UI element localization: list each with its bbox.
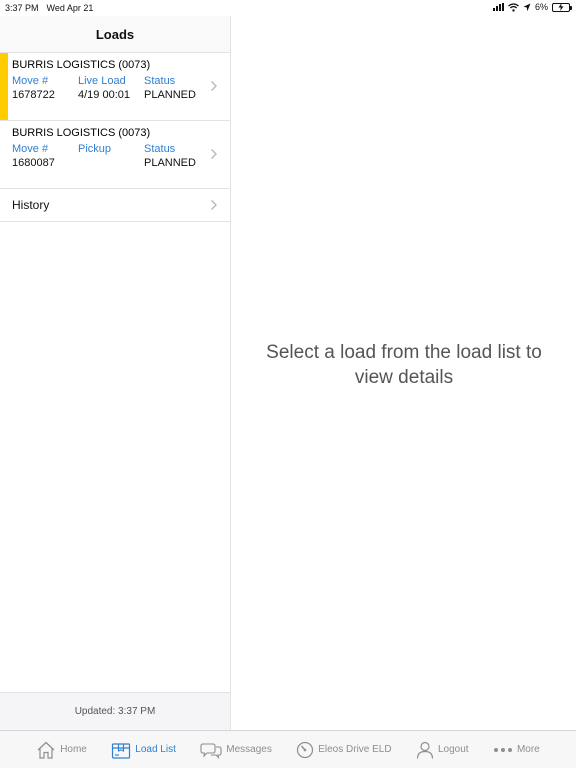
chevron-right-icon xyxy=(210,199,218,211)
load-company: BURRIS LOGISTICS (0073) xyxy=(12,127,151,139)
selected-indicator xyxy=(0,53,8,120)
detail-pane: Select a load from the load list to view… xyxy=(232,0,576,730)
tab-more[interactable]: More xyxy=(493,741,540,759)
tab-eleos-drive-eld[interactable]: Eleos Drive ELD xyxy=(296,741,392,759)
page-title: Loads xyxy=(0,16,230,53)
empty-detail-message: Select a load from the load list to view… xyxy=(266,342,542,388)
tab-logout[interactable]: Logout xyxy=(416,741,469,759)
status-value: PLANNED xyxy=(144,89,196,101)
load-list-pane: Loads BURRIS LOGISTICS (0073) Move # 167… xyxy=(0,16,231,730)
box-icon xyxy=(112,742,131,759)
tab-messages[interactable]: Messages xyxy=(200,741,272,759)
chevron-right-icon xyxy=(210,148,218,160)
gauge-icon xyxy=(297,741,314,758)
status-time: 3:37 PM xyxy=(5,3,39,13)
tab-label: Messages xyxy=(226,744,272,755)
status-date: Wed Apr 21 xyxy=(46,3,94,13)
tab-label: Eleos Drive ELD xyxy=(318,744,392,755)
status-label: Status xyxy=(144,75,176,87)
tab-label: Load List xyxy=(135,744,176,755)
stop-time-value xyxy=(78,157,144,171)
updated-timestamp: Updated: 3:37 PM xyxy=(0,692,230,730)
tab-label: Home xyxy=(60,744,87,755)
move-number-value: 1680087 xyxy=(12,157,55,169)
load-row-1680087[interactable]: BURRIS LOGISTICS (0073) Move # 1680087 P… xyxy=(0,121,230,189)
tab-bar: Home Load List Messages Eleos Drive ELD … xyxy=(0,730,576,768)
history-row[interactable]: History xyxy=(0,189,230,222)
move-number-value: 1678722 xyxy=(12,89,55,101)
tab-load-list[interactable]: Load List xyxy=(111,741,176,759)
load-company: BURRIS LOGISTICS (0073) xyxy=(12,59,151,71)
move-number-label: Move # xyxy=(12,75,49,87)
status-value: PLANNED xyxy=(144,157,196,169)
stop-time-value: 4/19 00:01 xyxy=(78,89,130,101)
tab-home[interactable]: Home xyxy=(36,741,87,759)
chat-icon xyxy=(200,742,222,759)
history-label: History xyxy=(12,198,50,212)
home-icon xyxy=(37,741,55,759)
person-icon xyxy=(416,741,434,759)
load-row-1678722[interactable]: BURRIS LOGISTICS (0073) Move # 1678722 L… xyxy=(0,53,230,121)
move-number-label: Move # xyxy=(12,143,49,155)
stop-type-label: Live Load xyxy=(78,75,126,87)
more-icon xyxy=(493,747,512,752)
tab-label: Logout xyxy=(437,744,469,755)
chevron-right-icon xyxy=(210,80,218,92)
tab-label: More xyxy=(516,744,540,755)
status-label: Status xyxy=(144,143,176,155)
stop-type-label: Pickup xyxy=(78,143,112,155)
